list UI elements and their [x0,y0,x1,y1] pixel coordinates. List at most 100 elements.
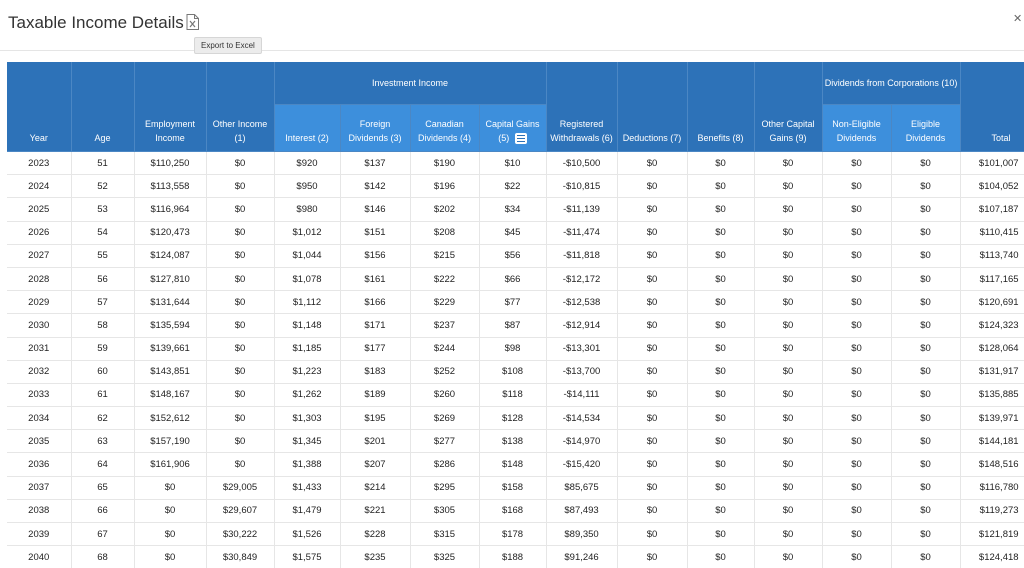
col-registered-withdrawals[interactable]: Registered Withdrawals (6) [546,62,618,152]
table-cell: $91,246 [546,545,618,568]
table-row[interactable]: 2030 58 $135,594 $0 $1,148 $171 $237 $87 -$12,91… [7,313,1024,338]
table-cell: 53 [71,197,135,222]
table-cell: $0 [754,360,823,384]
table-cell: 2029 [7,290,72,315]
col-interest[interactable]: Interest (2) [274,104,341,152]
table-cell: $201 [340,429,411,454]
table-cell: $0 [754,383,823,408]
table-row[interactable]: 2028 56 $127,810 $0 $1,078 $161 $222 $66 -$12,17… [7,267,1024,292]
table-cell: 51 [71,151,135,176]
taxable-income-table-container[interactable]: Year Age Employment Income Other Income … [7,62,1024,568]
table-cell: 62 [71,406,135,431]
table-cell: $56 [479,244,547,268]
table-cell: $0 [206,197,275,222]
table-cell: $120,691 [960,290,1024,315]
table-cell: $161,906 [134,452,207,477]
table-cell: $0 [822,221,892,245]
table-row[interactable]: 2033 61 $148,167 $0 $1,262 $189 $260 $118 -$14,1… [7,383,1024,408]
col-total[interactable]: Total [960,62,1024,152]
col-capital-gains[interactable]: Capital Gains (5) [479,104,547,152]
table-cell: $0 [754,197,823,222]
table-cell: $0 [754,221,823,245]
table-row[interactable]: 2038 66 $0 $29,607 $1,479 $221 $305 $168 $87,493… [7,499,1024,524]
table-cell: $0 [822,383,892,408]
table-cell: $214 [340,476,411,500]
table-row[interactable]: 2024 52 $113,558 $0 $950 $142 $196 $22 -$10,815 $… [7,174,1024,199]
table-cell: $0 [617,221,688,245]
table-cell: $0 [822,499,892,524]
table-cell: $0 [891,313,961,338]
table-cell: $0 [134,476,207,500]
excel-file-icon[interactable] [186,14,199,30]
table-cell: $0 [617,545,688,568]
table-cell: $124,323 [960,313,1024,338]
close-icon[interactable]: ✕ [1013,12,1022,25]
table-cell: $0 [891,174,961,199]
table-cell: $190 [410,151,480,176]
table-row[interactable]: 2023 51 $110,250 $0 $920 $137 $190 $10 -$10,500 $… [7,151,1024,176]
table-cell: $1,044 [274,244,341,268]
col-canadian-dividends[interactable]: Canadian Dividends (4) [410,104,480,152]
table-row[interactable]: 2037 65 $0 $29,005 $1,433 $214 $295 $158 $85,675… [7,476,1024,500]
table-cell: $0 [687,429,755,454]
table-cell: $0 [687,383,755,408]
table-cell: $237 [410,313,480,338]
table-row[interactable]: 2039 67 $0 $30,222 $1,526 $228 $315 $178 $89,350… [7,522,1024,547]
table-cell: $0 [687,406,755,431]
table-cell: -$12,914 [546,313,618,338]
table-cell: $143,851 [134,360,207,384]
table-row[interactable]: 2040 68 $0 $30,849 $1,575 $235 $325 $188 $91,246… [7,545,1024,568]
table-row[interactable]: 2025 53 $116,964 $0 $980 $146 $202 $34 -$11,139 $… [7,197,1024,222]
col-foreign-dividends[interactable]: Foreign Dividends (3) [340,104,411,152]
table-row[interactable]: 2035 63 $157,190 $0 $1,345 $201 $277 $138 -$14,9… [7,429,1024,454]
table-cell: $1,223 [274,360,341,384]
table-row[interactable]: 2027 55 $124,087 $0 $1,044 $156 $215 $56 -$11,81… [7,244,1024,268]
table-cell: $0 [754,244,823,268]
col-deductions[interactable]: Deductions (7) [617,62,688,152]
table-row[interactable]: 2036 64 $161,906 $0 $1,388 $207 $286 $148 -$15,4… [7,452,1024,477]
col-non-eligible-dividends[interactable]: Non-Eligible Dividends [822,104,892,152]
table-cell: 2032 [7,360,72,384]
col-employment-income[interactable]: Employment Income [134,62,207,152]
col-year[interactable]: Year [7,62,72,152]
col-eligible-dividends[interactable]: Eligible Dividends [891,104,961,152]
table-cell: $0 [822,406,892,431]
table-cell: $1,388 [274,452,341,477]
table-cell: $116,780 [960,476,1024,500]
table-cell: $0 [891,406,961,431]
table-cell: $104,052 [960,174,1024,199]
table-cell: $0 [206,360,275,384]
table-row[interactable]: 2031 59 $139,661 $0 $1,185 $177 $244 $98 -$13,30… [7,337,1024,361]
taxable-income-table: Year Age Employment Income Other Income … [7,62,1024,568]
col-other-capital-gains[interactable]: Other Capital Gains (9) [754,62,823,152]
table-cell: $1,148 [274,313,341,338]
table-cell: 60 [71,360,135,384]
col-capital-gains-label: Capital Gains (5) [485,119,540,143]
table-cell: $1,078 [274,267,341,292]
table-cell: $0 [822,197,892,222]
table-row[interactable]: 2032 60 $143,851 $0 $1,223 $183 $252 $108 -$13,7… [7,360,1024,384]
table-cell: $121,819 [960,522,1024,547]
table-cell: $1,575 [274,545,341,568]
table-row[interactable]: 2034 62 $152,612 $0 $1,303 $195 $269 $128 -$14,5… [7,406,1024,431]
table-cell: $157,190 [134,429,207,454]
table-cell: $124,087 [134,244,207,268]
table-cell: $0 [822,290,892,315]
col-age[interactable]: Age [71,62,135,152]
table-cell: $0 [822,429,892,454]
table-cell: $295 [410,476,480,500]
table-cell: $0 [891,429,961,454]
table-row[interactable]: 2029 57 $131,644 $0 $1,112 $166 $229 $77 -$12,53… [7,290,1024,315]
col-other-income[interactable]: Other Income (1) [206,62,275,152]
table-cell: $1,112 [274,290,341,315]
table-cell: $0 [617,406,688,431]
table-cell: $1,262 [274,383,341,408]
list-icon[interactable] [514,133,527,145]
table-cell: $325 [410,545,480,568]
table-row[interactable]: 2026 54 $120,473 $0 $1,012 $151 $208 $45 -$11,47… [7,221,1024,245]
table-cell: $0 [134,522,207,547]
table-cell: 65 [71,476,135,500]
col-benefits[interactable]: Benefits (8) [687,62,755,152]
table-cell: $0 [206,383,275,408]
table-cell: $151 [340,221,411,245]
